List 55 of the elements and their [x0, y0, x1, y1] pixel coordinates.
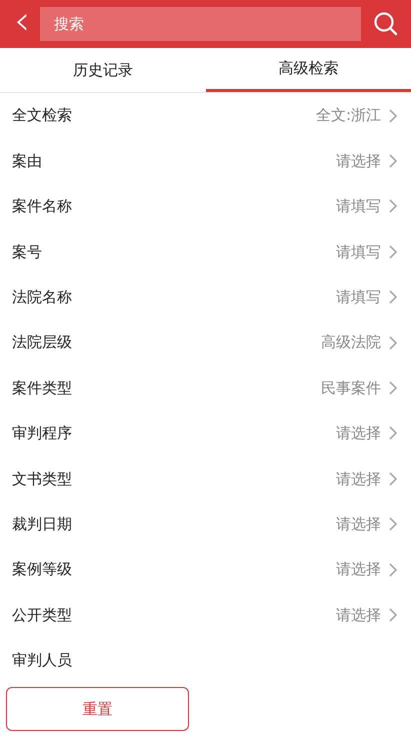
chevron-icon [389, 336, 397, 350]
tab[interactable]: 高级检索 [206, 48, 411, 92]
chevron-icon [389, 108, 397, 123]
field-label: 案例等级 [12, 559, 72, 580]
chevron-icon [389, 562, 397, 577]
tab[interactable]: 历史记录 [0, 48, 206, 92]
chevron-icon [389, 154, 397, 168]
field-value: 高级法院 [321, 332, 381, 354]
field-label: 审判人员 [12, 650, 72, 672]
field-value: 请选择 [336, 514, 381, 535]
field-value: 请填写 [336, 242, 381, 263]
form-row[interactable]: 案号 请填写 [0, 229, 411, 275]
chevron-icon [389, 517, 397, 532]
back-button[interactable]: ‹ [8, 1, 40, 47]
field-label: 公开类型 [12, 604, 72, 626]
chevron-icon [389, 199, 397, 214]
chevron-icon [389, 426, 397, 440]
chevron-icon [389, 381, 397, 396]
field-value: 请选择 [336, 423, 381, 444]
form-row[interactable]: 公开类型 请选择 [0, 592, 411, 638]
chevron-icon [389, 244, 397, 259]
form-row[interactable]: 案件名称 请填写 [0, 184, 411, 230]
chevron-icon [389, 472, 397, 486]
form-row[interactable]: 审判程序 请选择 [0, 410, 411, 456]
form-row[interactable]: 审判人员 [0, 638, 411, 684]
chevron-icon [389, 608, 397, 622]
field-value: 请选择 [336, 468, 381, 490]
field-value: 请选择 [336, 559, 381, 580]
form-row[interactable]: 案由 请选择 [0, 138, 411, 184]
field-label: 案由 [12, 150, 42, 172]
form-row[interactable]: 案件类型 民事案件 [0, 365, 411, 411]
form-row[interactable]: 案例等级 请选择 [0, 546, 411, 592]
field-label: 文书类型 [12, 468, 72, 490]
field-label: 法院名称 [12, 287, 72, 308]
form-row[interactable]: 全文检索 全文:浙江 [0, 93, 411, 138]
field-value: 请填写 [336, 287, 381, 308]
form-row[interactable]: 法院层级 高级法院 [0, 320, 411, 366]
field-label: 法院层级 [12, 332, 72, 354]
field-value: 请选择 [336, 150, 381, 172]
reset-button[interactable]: 重置 [6, 687, 189, 732]
chevron-icon [389, 290, 397, 304]
field-value: 全文:浙江 [316, 105, 381, 126]
field-label: 案件名称 [12, 196, 72, 218]
field-value: 请填写 [336, 196, 381, 218]
field-label: 审判程序 [12, 423, 72, 444]
form-row[interactable]: 文书类型 请选择 [0, 456, 411, 502]
field-label: 全文检索 [12, 105, 72, 126]
field-value: 请选择 [336, 604, 381, 626]
form-row[interactable]: 法院名称 请填写 [0, 274, 411, 320]
form-row[interactable]: 裁判日期 请选择 [0, 502, 411, 547]
field-value: 民事案件 [321, 378, 381, 399]
field-label: 案件类型 [12, 378, 72, 399]
search-field[interactable]: 搜索 [40, 7, 361, 41]
field-label: 裁判日期 [12, 514, 72, 535]
field-label: 案号 [12, 242, 42, 263]
